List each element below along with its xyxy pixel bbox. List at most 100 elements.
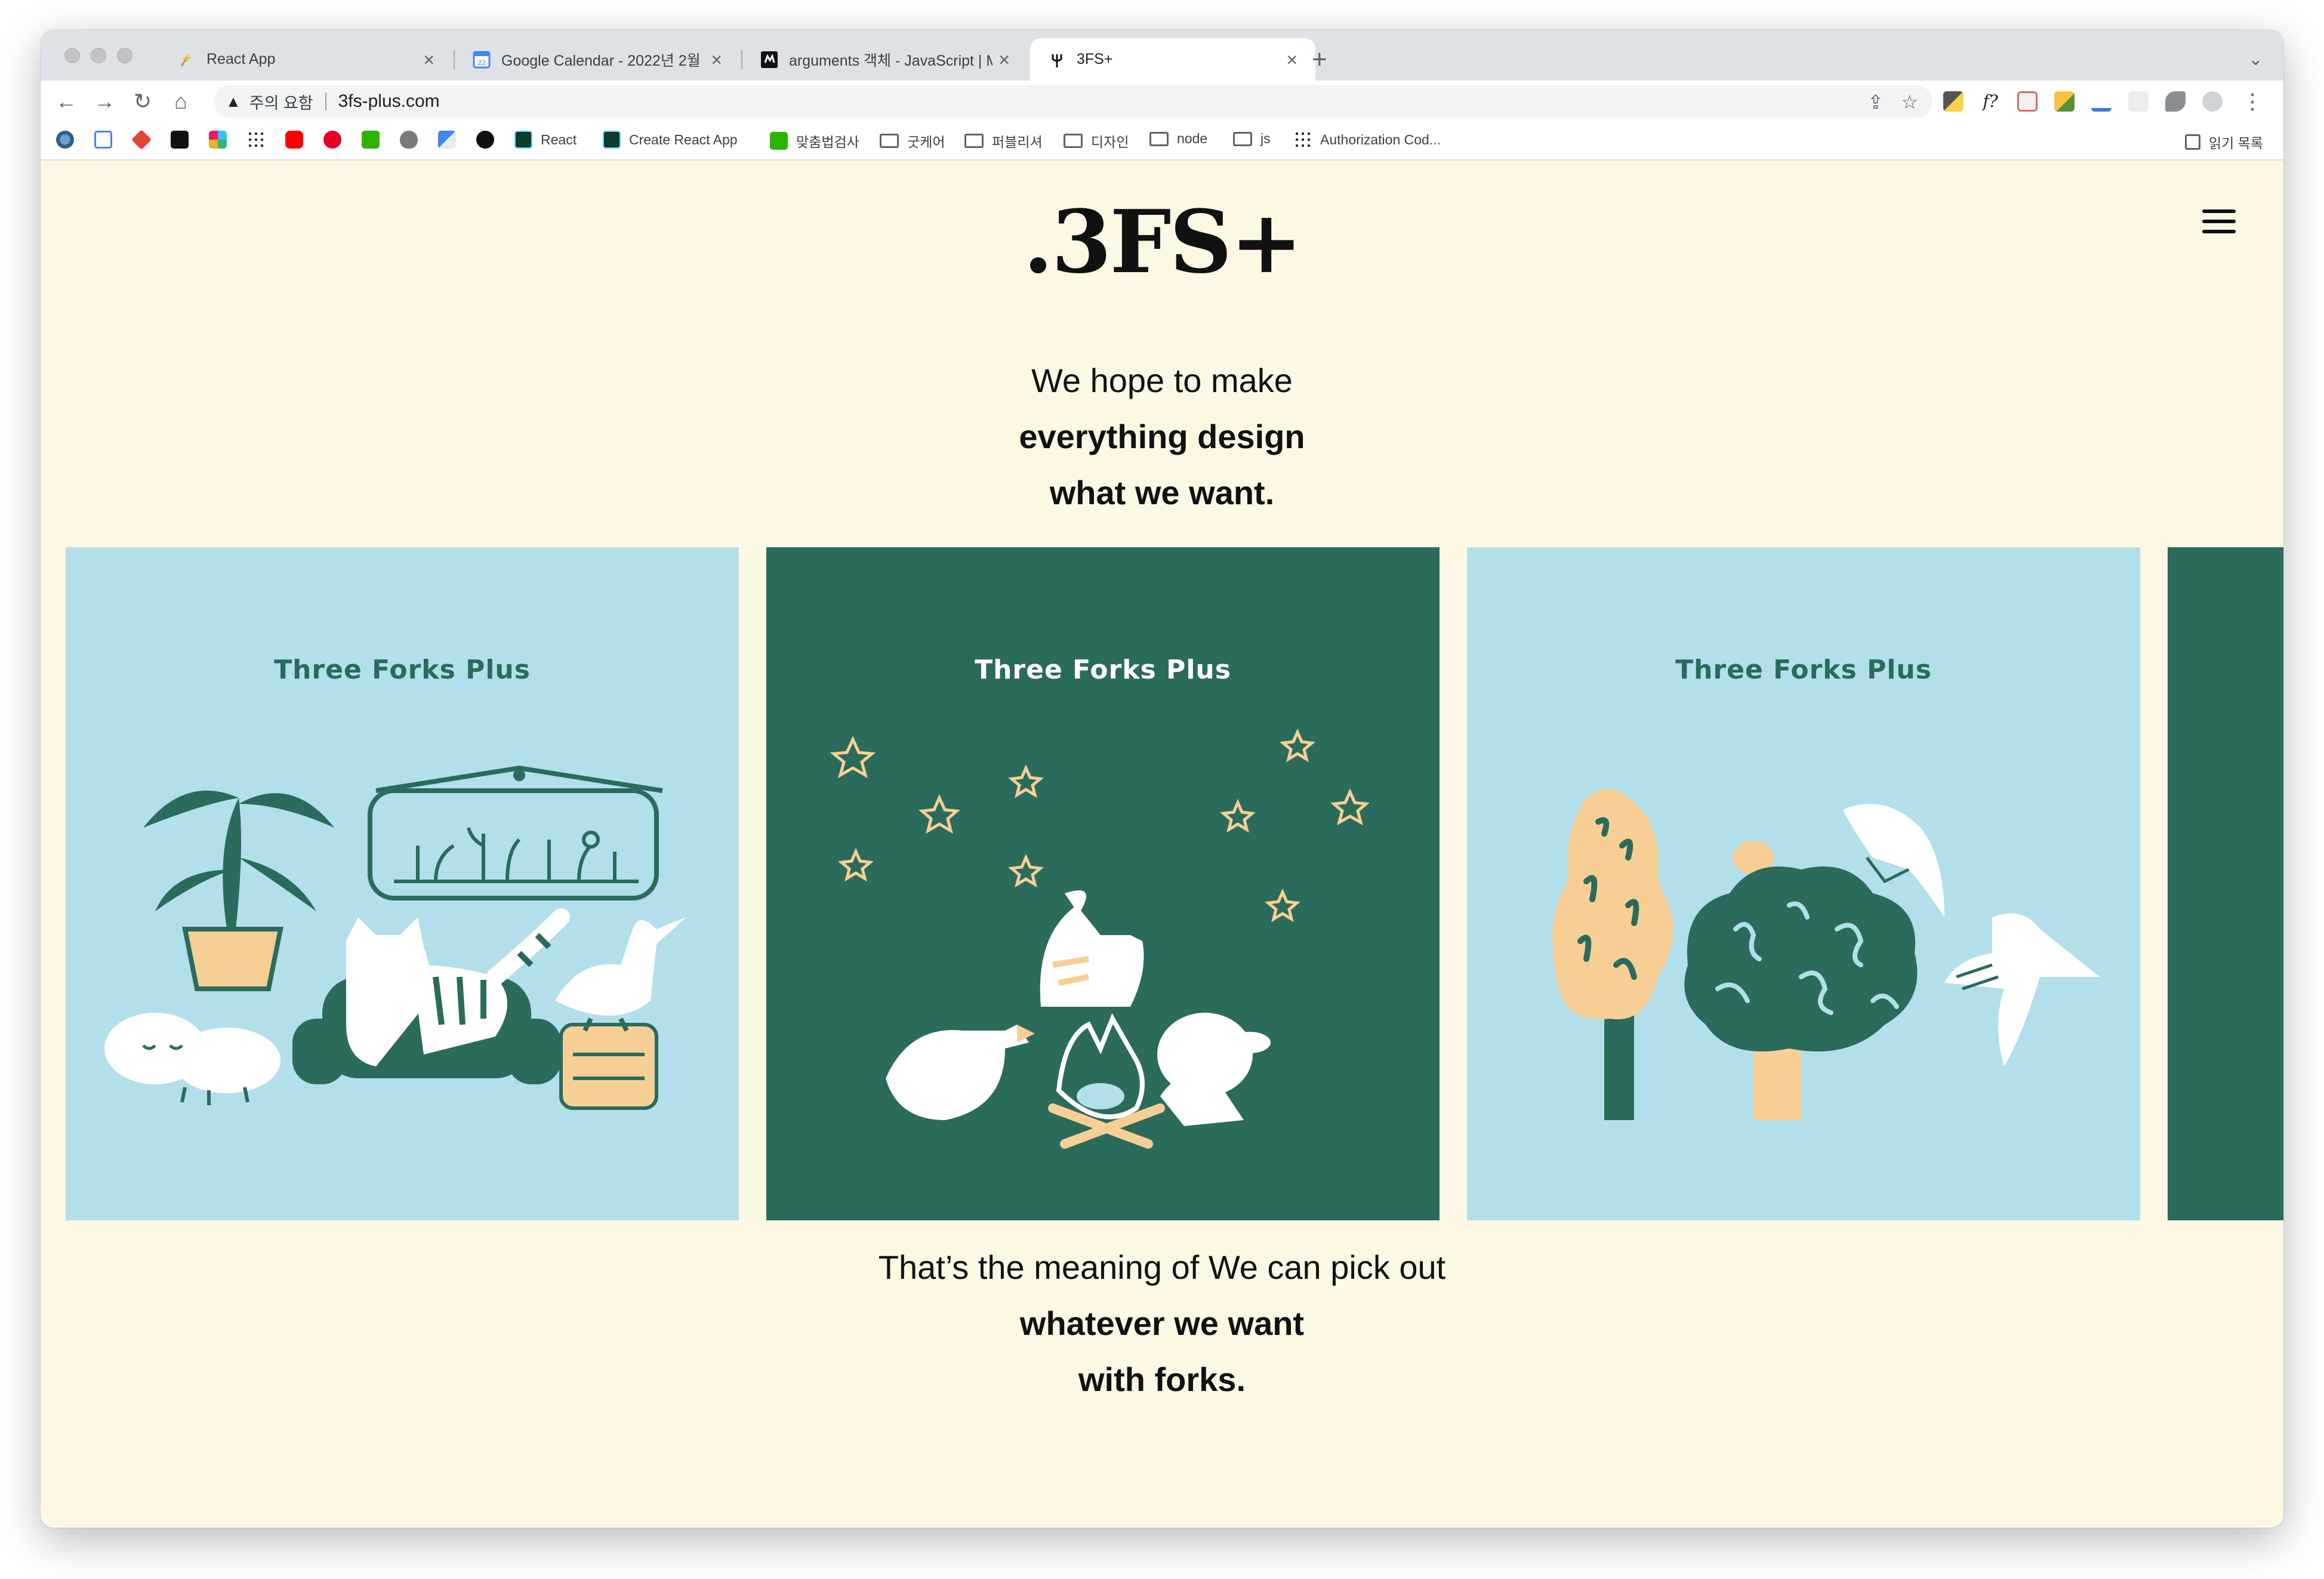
bookmark-folder-design[interactable]: 디자인 (1064, 131, 1129, 151)
browser-window: React App × 22 Google Calendar - 2022년 2… (41, 30, 2283, 1528)
tab-strip: React App × 22 Google Calendar - 2022년 2… (41, 30, 2283, 81)
close-window-button[interactable] (64, 48, 80, 63)
reading-list-button[interactable]: 읽기 목록 (2184, 132, 2263, 152)
bookmark-label: 굿케어 (907, 134, 945, 150)
slack-bookmark-icon[interactable] (209, 131, 227, 149)
illustration-card-living-room[interactable]: Three Forks Plus (66, 547, 739, 1220)
profile-avatar-icon[interactable] (2202, 91, 2223, 112)
bookmark-star-icon[interactable]: ☆ (1901, 91, 1918, 113)
bookmark-label: 퍼블리셔 (992, 134, 1043, 150)
outro-line-2: whatever we want (1019, 1304, 1305, 1342)
bookmark-folder-publisher[interactable]: 퍼블리셔 (964, 131, 1043, 151)
folder-icon (880, 134, 899, 148)
web-page: .3FS+ We hope to make everything design … (41, 162, 2283, 1528)
reading-list-label: 읽기 목록 (2208, 135, 2263, 151)
illustration-card-campfire[interactable]: Three Forks Plus (766, 547, 1440, 1220)
mdn-bookmark-icon[interactable] (171, 131, 189, 149)
calendar-icon: 22 (473, 51, 491, 68)
warning-triangle-icon[interactable]: ▲ (226, 92, 241, 111)
tab-title: Google Calendar - 2022년 2월 - 2 (501, 52, 705, 69)
pinterest-bookmark-icon[interactable] (323, 131, 341, 149)
security-warning-label[interactable]: 주의 요함 (249, 90, 313, 113)
outro-line-1: That’s the meaning of We can pick out (878, 1248, 1446, 1286)
react-icon (603, 131, 621, 149)
back-arrow-icon[interactable]: ← (54, 89, 79, 114)
bookmark-label: node (1177, 131, 1208, 146)
folder-icon (1233, 131, 1252, 146)
bookmarks-bar: React Create React App 맞춤법검사 굿케어 퍼블리셔 디자… (41, 122, 2283, 161)
close-tab-icon[interactable]: × (711, 50, 722, 69)
globe-bookmark-icon[interactable] (56, 131, 74, 149)
illustration-card-partial[interactable] (2168, 547, 2283, 1220)
intro-line-2: everything design (1019, 418, 1305, 455)
menu-kebab-icon[interactable]: ⋮ (2242, 89, 2263, 114)
bookmark-create-react-app[interactable]: Create React App (603, 131, 738, 149)
bookmark-label: Create React App (629, 131, 738, 147)
google-translate-bookmark-icon[interactable] (438, 131, 456, 149)
intro-line-1: We hope to make (1031, 362, 1293, 399)
folder-icon (1064, 134, 1083, 148)
home-icon[interactable]: ⌂ (168, 89, 193, 114)
illustration-card-trees-birds[interactable]: Three Forks Plus (1467, 547, 2140, 1220)
diamond-bookmark-icon[interactable] (131, 129, 152, 150)
hamburger-menu-icon[interactable] (2202, 209, 2236, 233)
bookmark-label: 맞춤법검사 (796, 134, 859, 150)
browser-toolbar: ← → ↻ ⌂ ▲ 주의 요함 3fs-plus.com ⇪ ☆ f? ⋮ (41, 81, 2283, 122)
window-controls (64, 48, 132, 63)
address-bar[interactable]: ▲ 주의 요함 3fs-plus.com ⇪ ☆ (214, 85, 1932, 118)
puzzle-extensions-icon[interactable] (2165, 91, 2186, 112)
zoom-window-button[interactable] (117, 48, 132, 63)
fonts-extension-icon[interactable]: f? (1980, 91, 2001, 112)
card-title: Three Forks Plus (1675, 655, 1932, 685)
bookmark-label: Authorization Cod... (1320, 131, 1441, 147)
address-divider (325, 92, 326, 110)
github-bookmark-icon[interactable] (476, 131, 494, 149)
sparkle-icon (180, 53, 192, 67)
tab-3fs-plus[interactable]: 3FS+ × (1030, 38, 1315, 81)
site-logo[interactable]: .3FS+ (41, 192, 2283, 293)
tab-mdn-arguments[interactable]: arguments 객체 - JavaScript | M × (742, 38, 1028, 81)
folder-icon (1149, 131, 1169, 146)
tab-title: arguments 객체 - JavaScript | M (789, 52, 993, 69)
minimize-window-button[interactable] (91, 48, 106, 63)
calendar-bookmark-icon[interactable] (94, 131, 112, 149)
tab-react-app[interactable]: React App × (160, 38, 452, 81)
close-tab-icon[interactable]: × (998, 50, 1010, 69)
bookmark-folder-js[interactable]: js (1233, 131, 1271, 147)
bookmark-folder-goodcare[interactable]: 굿케어 (880, 131, 945, 151)
naver-bookmark-icon[interactable] (362, 131, 380, 149)
highlighter-extension-icon[interactable] (2054, 91, 2075, 112)
trees-and-birds-illustration (1552, 789, 2100, 1120)
close-tab-icon[interactable]: × (1286, 50, 1297, 69)
naver-icon (770, 132, 788, 150)
share-icon[interactable]: ⇪ (1867, 91, 1884, 113)
bookmark-folder-node[interactable]: node (1149, 131, 1207, 147)
url-text[interactable]: 3fs-plus.com (338, 91, 440, 112)
bookmark-label: React (541, 131, 577, 147)
new-tab-button[interactable]: + (1312, 47, 1327, 73)
bookmark-label: 디자인 (1091, 134, 1129, 150)
campfire-illustration (830, 728, 1370, 1149)
intro-text: We hope to make everything design what w… (41, 353, 2283, 521)
folder-icon (964, 134, 984, 148)
reload-icon[interactable]: ↻ (130, 89, 155, 114)
bookmark-authorization-code[interactable]: Authorization Cod... (1294, 131, 1441, 149)
youtube-bookmark-icon[interactable] (285, 131, 303, 149)
eyedropper-extension-icon[interactable] (1943, 91, 1964, 112)
bookmark-label: js (1260, 131, 1271, 146)
dots-bookmark-icon[interactable] (247, 131, 265, 149)
tab-search-chevron-icon[interactable]: ⌄ (2248, 49, 2263, 70)
close-tab-icon[interactable]: × (423, 50, 434, 69)
tab-google-calendar[interactable]: 22 Google Calendar - 2022년 2월 - 2 × (455, 38, 740, 81)
translate-extension-icon[interactable] (2091, 91, 2112, 112)
blank-extension-icon[interactable] (2128, 91, 2149, 112)
apple-bookmark-icon[interactable] (400, 131, 418, 149)
outro-line-3: with forks. (1078, 1361, 1246, 1398)
bookmark-react[interactable]: React (514, 131, 577, 149)
calendar-extension-icon[interactable] (2017, 91, 2038, 112)
living-room-illustration (104, 765, 686, 1110)
bookmark-spellcheck[interactable]: 맞춤법검사 (770, 131, 859, 151)
react-icon (514, 131, 532, 149)
intro-line-3: what we want. (1049, 474, 1275, 511)
forward-arrow-icon[interactable]: → (92, 89, 117, 114)
